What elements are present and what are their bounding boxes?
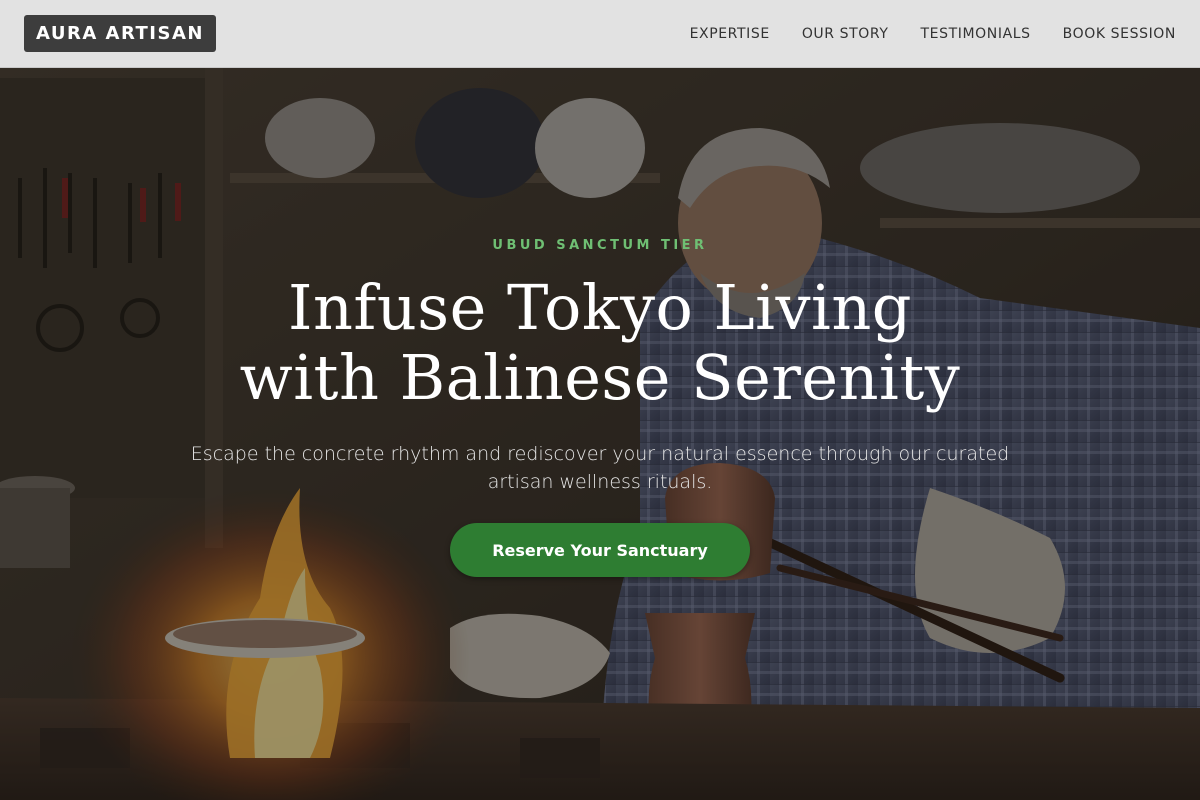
tier-label: UBUD SANCTUM TIER xyxy=(492,238,708,253)
hero-subtitle: Escape the concrete rhythm and rediscove… xyxy=(190,443,1010,493)
landing-page: AURA ARTISAN EXPERTISE OUR STORY TESTIMO… xyxy=(0,0,1200,800)
nav-item-book-session: BOOK SESSION xyxy=(1063,25,1176,43)
nav-item-our-story: OUR STORY xyxy=(802,25,889,43)
nav-list: EXPERTISE OUR STORY TESTIMONIALS BOOK SE… xyxy=(690,25,1176,43)
hero-title-line-1: Infuse Tokyo Living xyxy=(288,271,912,344)
nav-link-expertise[interactable]: EXPERTISE xyxy=(690,26,770,42)
nav-link-testimonials[interactable]: TESTIMONIALS xyxy=(921,26,1031,42)
hero-overlay xyxy=(0,68,1200,800)
nav-link-book-session[interactable]: BOOK SESSION xyxy=(1063,26,1176,42)
brand-logo[interactable]: AURA ARTISAN xyxy=(24,15,216,52)
hero-section: UBUD SANCTUM TIER Infuse Tokyo Living wi… xyxy=(0,68,1200,800)
nav-item-testimonials: TESTIMONIALS xyxy=(921,25,1031,43)
site-header: AURA ARTISAN EXPERTISE OUR STORY TESTIMO… xyxy=(0,0,1200,68)
nav-link-our-story[interactable]: OUR STORY xyxy=(802,26,889,42)
reserve-sanctuary-button[interactable]: Reserve Your Sanctuary xyxy=(450,523,750,577)
nav-item-expertise: EXPERTISE xyxy=(690,25,770,43)
main-nav: EXPERTISE OUR STORY TESTIMONIALS BOOK SE… xyxy=(690,25,1176,43)
hero-title: Infuse Tokyo Living with Balinese Sereni… xyxy=(150,273,1050,413)
hero-title-line-2: with Balinese Serenity xyxy=(239,341,961,414)
